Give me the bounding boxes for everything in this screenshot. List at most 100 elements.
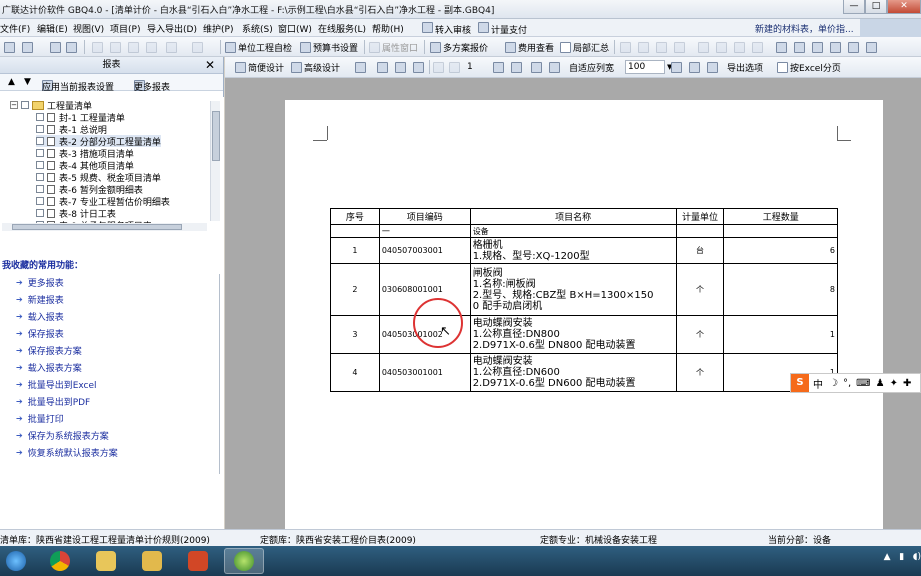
menu-help[interactable]: 帮助(H)	[372, 22, 404, 35]
copy-icon[interactable]	[110, 40, 123, 54]
keyboard-icon[interactable]: ⌨	[856, 378, 870, 389]
tree-item-selected[interactable]: 表-2 分部分项工程量清单	[36, 135, 161, 148]
fav-export-excel[interactable]: ➔ 批量导出到Excel	[16, 378, 97, 391]
fee-view-button[interactable]: 费用查看	[505, 40, 554, 54]
collapse-icon[interactable]: −	[10, 101, 18, 109]
multi-quote-button[interactable]: 多方案报价	[430, 40, 488, 54]
prev-page-icon[interactable]	[449, 60, 462, 74]
export-excel-icon[interactable]	[671, 60, 684, 74]
tray-up-arrow-icon[interactable]: ▲	[884, 552, 891, 562]
export-icon[interactable]	[707, 60, 720, 74]
tree-item[interactable]: 表-8 计日工表	[36, 207, 116, 220]
volume-icon[interactable]: ◖)	[913, 552, 921, 562]
fav-load-scheme[interactable]: ➔ 载入报表方案	[16, 361, 82, 374]
shirt-icon[interactable]: ✦	[890, 378, 898, 389]
menu-project[interactable]: 项目(P)	[110, 22, 140, 35]
layout-icon[interactable]	[395, 60, 408, 74]
network-icon[interactable]: ▮	[899, 552, 904, 562]
self-check-button[interactable]: 单位工程自检	[225, 40, 292, 54]
menu-view[interactable]: 视图(V)	[73, 22, 104, 35]
next-page-icon[interactable]	[493, 60, 506, 74]
fav-export-pdf[interactable]: ➔ 批量导出到PDF	[16, 395, 90, 408]
paste-icon[interactable]	[128, 40, 141, 54]
move-left-icon[interactable]	[734, 40, 747, 54]
last-page-icon[interactable]	[511, 60, 524, 74]
fav-save-system-scheme[interactable]: ➔ 保存为系统报表方案	[16, 429, 109, 442]
punctuation-icon[interactable]: °,	[843, 378, 851, 389]
attribute-window-button[interactable]: 属性窗口	[369, 40, 418, 54]
tree-horizontal-scrollbar[interactable]	[2, 223, 207, 231]
insert-row-icon[interactable]	[794, 40, 807, 54]
list-icon[interactable]	[848, 40, 861, 54]
page-number-field[interactable]: 1	[467, 60, 473, 74]
taskbar-chrome[interactable]	[40, 548, 80, 574]
news-ticker[interactable]: 新建的材料表，单价指...	[755, 22, 854, 35]
maximize-button[interactable]: □	[865, 0, 887, 14]
menu-payment[interactable]: 计量支付	[478, 22, 527, 36]
simple-design-button[interactable]: 简便设计	[235, 60, 284, 74]
arrow-down-icon[interactable]: ▼	[24, 77, 31, 87]
paragraph-icon[interactable]	[812, 40, 825, 54]
menu-import-export[interactable]: 导入导出(D)	[147, 22, 197, 35]
print-icon[interactable]	[355, 60, 368, 74]
tree-item[interactable]: 表-1 总说明	[36, 123, 107, 136]
moon-icon[interactable]: ☽	[829, 378, 838, 389]
delete-icon[interactable]	[146, 40, 159, 54]
ime-mode[interactable]: 中	[813, 376, 823, 391]
zoom-in-icon[interactable]	[531, 60, 544, 74]
taskbar-explorer[interactable]	[132, 548, 172, 574]
undo-icon[interactable]	[166, 40, 179, 54]
preview-icon[interactable]	[413, 60, 426, 74]
fav-save-report[interactable]: ➔ 保存报表	[16, 327, 64, 340]
grid-icon[interactable]	[866, 40, 879, 54]
new-icon[interactable]	[4, 40, 17, 54]
redo-icon[interactable]	[192, 40, 205, 54]
zoom-out-icon[interactable]	[549, 60, 562, 74]
prev-icon[interactable]	[638, 40, 651, 54]
scrollbar-thumb[interactable]	[12, 224, 182, 230]
system-tray[interactable]: ▲ ▮ ◖)	[884, 552, 921, 562]
tree-item[interactable]: 表-6 暂列金额明细表	[36, 183, 143, 196]
open-icon[interactable]	[22, 40, 35, 54]
scrollbar-thumb[interactable]	[212, 111, 220, 161]
checkbox[interactable]	[21, 101, 29, 109]
close-button[interactable]: ✕	[887, 0, 921, 14]
first-page-icon[interactable]	[433, 60, 446, 74]
taskbar-powerpoint[interactable]	[178, 548, 218, 574]
fav-batch-print[interactable]: ➔ 批量打印	[16, 412, 64, 425]
close-icon[interactable]: ✕	[205, 58, 215, 72]
menu-maintain[interactable]: 维护(P)	[203, 22, 233, 35]
tools-icon[interactable]: ✚	[903, 378, 911, 389]
export-options-button[interactable]: 导出选项	[727, 60, 763, 74]
zoom-select[interactable]: 100	[625, 60, 665, 74]
move-right-icon[interactable]	[752, 40, 765, 54]
partial-summary-button[interactable]: 局部汇总	[560, 40, 609, 54]
align-icon[interactable]	[830, 40, 843, 54]
menu-file[interactable]: 文件(F)	[0, 22, 30, 35]
tree-vertical-scrollbar[interactable]	[210, 101, 220, 221]
table-row[interactable]: 1 040507003001 格栅机 1.规格、型号:XQ-1200型 台 6	[330, 237, 838, 264]
user-icon[interactable]: ♟	[876, 378, 885, 389]
insert-icon[interactable]	[776, 40, 789, 54]
arrow-up-icon[interactable]: ▲	[8, 77, 15, 87]
menu-review[interactable]: 转入审核	[422, 22, 471, 36]
menu-edit[interactable]: 编辑(E)	[37, 22, 68, 35]
table-row[interactable]: 3 040503001002 电动蝶阀安装 1.公称直径:DN800 2.D971X…	[330, 315, 838, 354]
fav-load-report[interactable]: ➔ 载入报表	[16, 310, 64, 323]
save-all-icon[interactable]	[66, 40, 79, 54]
taskbar-notes[interactable]	[86, 548, 126, 574]
tree-root[interactable]: − 工程量清单	[10, 99, 92, 112]
taskbar-gbq[interactable]	[224, 548, 264, 574]
first-icon[interactable]	[620, 40, 633, 54]
page-setup-icon[interactable]	[377, 60, 390, 74]
tree-item[interactable]: 表-5 规费、税金项目清单	[36, 171, 161, 184]
fav-save-scheme[interactable]: ➔ 保存报表方案	[16, 344, 82, 357]
fav-new-report[interactable]: ➔ 新建报表	[16, 293, 64, 306]
ime-toolbar[interactable]: S 中 ☽ °, ⌨ ♟ ✦ ✚	[790, 373, 921, 393]
tree-item[interactable]: 表-7 专业工程暂估价明细表	[36, 195, 170, 208]
menu-online[interactable]: 在线服务(L)	[318, 22, 366, 35]
budget-settings-button[interactable]: 预算书设置	[300, 40, 358, 54]
tree-item[interactable]: 表-4 其他项目清单	[36, 159, 134, 172]
start-button[interactable]	[0, 548, 32, 574]
advanced-design-button[interactable]: 高级设计	[291, 60, 340, 74]
